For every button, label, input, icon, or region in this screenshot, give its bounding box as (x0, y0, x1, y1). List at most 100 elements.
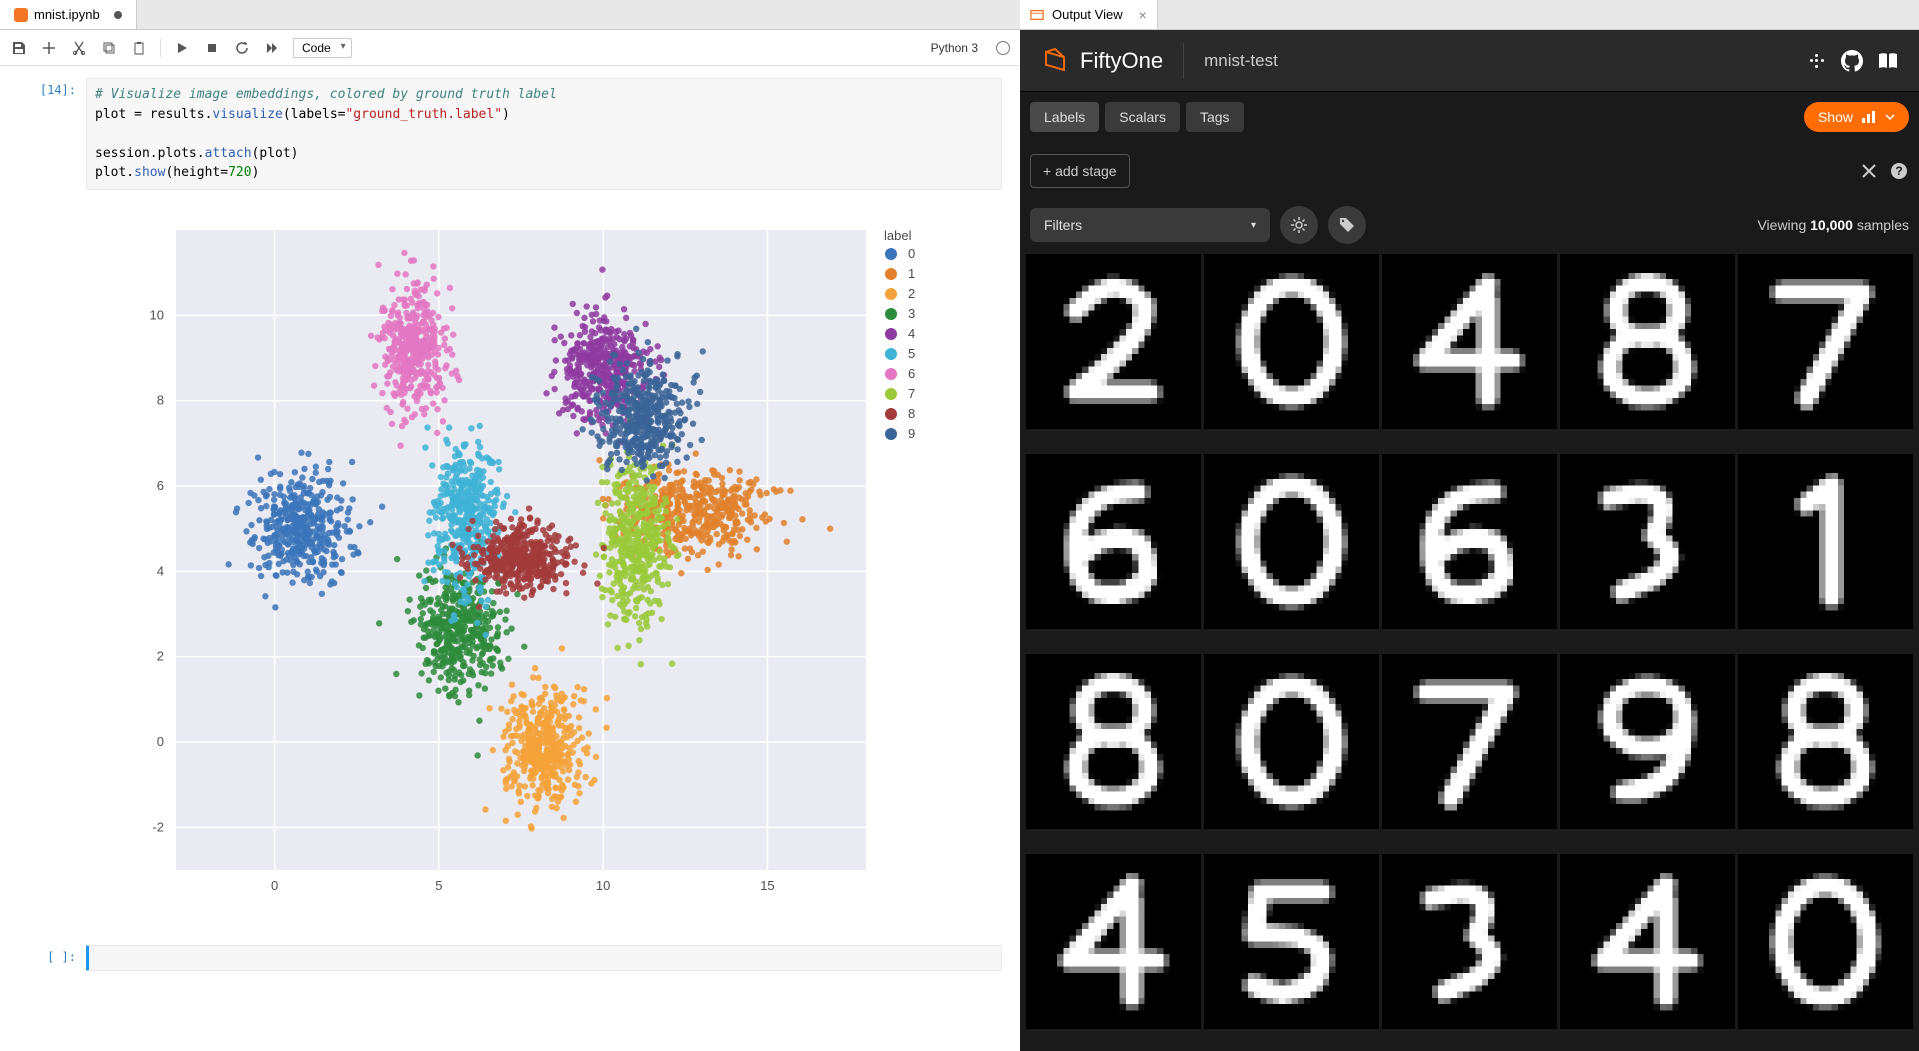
unsaved-indicator-icon (114, 11, 122, 19)
fiftyone-header: FiftyOne mnist-test (1020, 30, 1919, 92)
toolbar-separator (160, 39, 161, 57)
add-stage-button[interactable]: + add stage (1030, 154, 1130, 188)
close-icon[interactable] (1859, 161, 1879, 181)
tab-scalars[interactable]: Scalars (1105, 102, 1180, 132)
sample-thumbnail[interactable] (1738, 654, 1913, 829)
viewing-count: Viewing 10,000 samples (1757, 217, 1909, 233)
stages-bar: + add stage ? (1020, 142, 1919, 200)
fiftyone-brand: FiftyOne (1080, 48, 1163, 74)
sample-thumbnail[interactable] (1026, 454, 1201, 629)
svg-text:5: 5 (435, 878, 442, 893)
svg-text:8: 8 (908, 406, 915, 421)
chart-icon (1861, 110, 1877, 124)
paste-icon[interactable] (130, 39, 148, 57)
sample-thumbnail[interactable] (1382, 454, 1557, 629)
code-editor[interactable]: # Visualize image embeddings, colored by… (86, 78, 1002, 190)
output-tab[interactable]: Output View × (1020, 0, 1158, 29)
chevron-down-icon (1885, 113, 1895, 121)
github-icon[interactable] (1841, 50, 1863, 72)
svg-text:6: 6 (908, 366, 915, 381)
cell-prompt: [14]: (18, 78, 86, 923)
svg-text:6: 6 (157, 478, 164, 493)
svg-text:4: 4 (157, 563, 164, 578)
slack-icon[interactable] (1807, 51, 1827, 71)
sample-thumbnail[interactable] (1738, 854, 1913, 1029)
sample-thumbnail[interactable] (1560, 854, 1735, 1029)
cut-icon[interactable] (70, 39, 88, 57)
svg-text:9: 9 (908, 426, 915, 441)
sample-thumbnail[interactable] (1382, 854, 1557, 1029)
empty-cell[interactable]: [ ]: (0, 941, 1020, 975)
jupyter-icon (14, 8, 28, 22)
svg-text:label: label (884, 228, 912, 243)
celltype-dropdown[interactable]: Code (293, 38, 352, 58)
sample-thumbnail[interactable] (1738, 454, 1913, 629)
sample-thumbnail[interactable] (1026, 654, 1201, 829)
tab-tags[interactable]: Tags (1186, 102, 1244, 132)
sample-thumbnail[interactable] (1560, 454, 1735, 629)
celltype-label: Code (302, 41, 331, 55)
svg-text:8: 8 (157, 392, 164, 407)
filters-dropdown[interactable]: Filters (1030, 208, 1270, 242)
code-editor-empty[interactable] (86, 945, 1002, 971)
sample-thumbnail[interactable] (1204, 254, 1379, 429)
kernel-status-icon[interactable] (996, 41, 1010, 55)
fiftyone-logo[interactable]: FiftyOne (1040, 46, 1163, 76)
svg-text:0: 0 (157, 734, 164, 749)
app-root: mnist.ipynb Code Python 3 [14]: (0, 0, 1919, 1051)
svg-text:5: 5 (908, 346, 915, 361)
sample-thumbnail[interactable] (1560, 654, 1735, 829)
show-button-label: Show (1818, 109, 1853, 125)
svg-text:-2: -2 (152, 819, 164, 834)
help-icon[interactable]: ? (1889, 161, 1909, 181)
cell-prompt: [ ]: (18, 945, 86, 971)
sample-thumbnail[interactable] (1738, 254, 1913, 429)
notebook-tab-title: mnist.ipynb (34, 7, 100, 22)
scatter-plot[interactable]: 051015-20246810label0123456789 (96, 200, 996, 920)
svg-text:2: 2 (908, 286, 915, 301)
restart-icon[interactable] (233, 39, 251, 57)
output-panel: Output View × FiftyOne mnist-test Lab (1020, 0, 1919, 1051)
sample-thumbnail[interactable] (1382, 654, 1557, 829)
gear-icon (1290, 216, 1308, 234)
sample-thumbnail[interactable] (1204, 654, 1379, 829)
output-icon (1030, 8, 1044, 22)
add-cell-icon[interactable] (40, 39, 58, 57)
sample-thumbnail[interactable] (1560, 254, 1735, 429)
notebook-body: [14]: # Visualize image embeddings, colo… (0, 66, 1020, 1051)
sample-grid[interactable] (1020, 254, 1919, 1051)
jupyter-tabbar: mnist.ipynb (0, 0, 1020, 30)
restart-run-all-icon[interactable] (263, 39, 281, 57)
docs-icon[interactable] (1877, 51, 1899, 71)
svg-text:10: 10 (150, 307, 164, 322)
sample-thumbnail[interactable] (1204, 454, 1379, 629)
sample-thumbnail[interactable] (1204, 854, 1379, 1029)
notebook-tab[interactable]: mnist.ipynb (0, 0, 137, 29)
copy-icon[interactable] (100, 39, 118, 57)
filter-bar: Filters Viewing 10,000 samples (1020, 200, 1919, 254)
svg-text:2: 2 (157, 648, 164, 663)
svg-text:0: 0 (908, 246, 915, 261)
fiftyone-app: FiftyOne mnist-test LabelsScalarsTags Sh… (1020, 30, 1919, 1051)
sample-thumbnail[interactable] (1026, 254, 1201, 429)
tag-button[interactable] (1328, 206, 1366, 244)
code-cell[interactable]: [14]: # Visualize image embeddings, colo… (0, 74, 1020, 927)
sample-thumbnail[interactable] (1382, 254, 1557, 429)
svg-text:3: 3 (908, 306, 915, 321)
sample-thumbnail[interactable] (1026, 854, 1201, 1029)
stop-icon[interactable] (203, 39, 221, 57)
save-icon[interactable] (10, 39, 28, 57)
fiftyone-logo-icon (1040, 46, 1070, 76)
plot-output: 051015-20246810label0123456789 (86, 200, 1002, 923)
show-button[interactable]: Show (1804, 102, 1909, 132)
close-icon[interactable]: × (1139, 7, 1147, 23)
svg-text:1: 1 (908, 266, 915, 281)
svg-text:7: 7 (908, 386, 915, 401)
kernel-name[interactable]: Python 3 (931, 41, 978, 55)
tag-icon (1338, 216, 1356, 234)
tab-labels[interactable]: Labels (1030, 102, 1099, 132)
run-icon[interactable] (173, 39, 191, 57)
svg-text:?: ? (1895, 164, 1902, 178)
dataset-name[interactable]: mnist-test (1183, 43, 1278, 79)
settings-button[interactable] (1280, 206, 1318, 244)
